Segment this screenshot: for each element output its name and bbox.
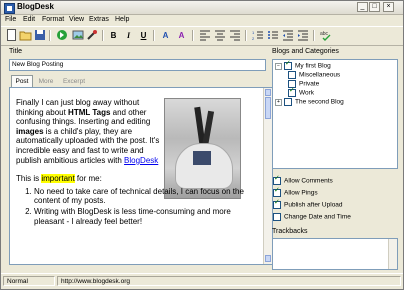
close-button[interactable]: ×	[383, 2, 394, 12]
align-center-icon[interactable]	[213, 29, 226, 42]
numbered-list: No need to take care of technical detail…	[16, 187, 256, 226]
blog-tree: − My first Blog Miscellaneous Private Wor…	[272, 59, 398, 169]
align-right-icon[interactable]	[228, 29, 241, 42]
title-input[interactable]: New Blog Posting	[9, 59, 266, 71]
bold-icon[interactable]: B	[107, 29, 120, 42]
blogdesk-link[interactable]: BlogDesk	[124, 156, 158, 165]
tree-item-blog1[interactable]: − My first Blog	[275, 60, 331, 71]
tree-label: My first Blog	[295, 62, 331, 70]
numbered-list-icon[interactable]: 12	[251, 29, 264, 42]
new-icon[interactable]	[5, 29, 18, 42]
menu-format[interactable]: Format	[42, 16, 64, 23]
underline-icon[interactable]: U	[137, 29, 150, 42]
save-icon[interactable]	[33, 29, 46, 42]
checkbox-icon[interactable]	[273, 187, 281, 197]
post-content: Finally I can just blog away without thi…	[16, 98, 256, 227]
menu-extras[interactable]: Extras	[89, 16, 109, 23]
scroll-up-arrow[interactable]	[265, 89, 271, 96]
tree-label: The second Blog	[295, 98, 344, 106]
change-date-time-checkbox[interactable]: Change Date and Time	[273, 213, 351, 222]
bold-text: images	[16, 126, 44, 136]
tab-excerpt[interactable]: Excerpt	[60, 76, 88, 87]
allow-pings-checkbox[interactable]: Allow Pings	[273, 187, 318, 198]
list-item: No need to take care of technical detail…	[34, 187, 256, 206]
menu-help[interactable]: Help	[115, 16, 129, 23]
trackbacks-scrollbar[interactable]	[388, 239, 397, 269]
title-label: Title	[9, 48, 22, 55]
trackbacks-label: Trackbacks	[272, 228, 308, 235]
option-label: Allow Comments	[284, 177, 333, 185]
svg-text:1: 1	[252, 30, 255, 35]
highlighted-text: important	[41, 174, 75, 184]
blogs-categories-label: Blogs and Categories	[272, 48, 339, 55]
svg-text:2: 2	[252, 36, 255, 41]
option-label: Allow Pings	[284, 189, 318, 197]
publish-after-upload-checkbox[interactable]: Publish after Upload	[273, 199, 343, 210]
spellcheck-icon[interactable]: abc	[319, 29, 332, 42]
tree-label: Work	[299, 89, 315, 97]
option-label: Publish after Upload	[284, 201, 343, 209]
menu-file[interactable]: File	[5, 16, 16, 23]
text-run: for me:	[74, 174, 102, 184]
post-editor[interactable]: Finally I can just blog away without thi…	[9, 87, 273, 265]
checkbox-icon[interactable]	[284, 60, 292, 70]
align-left-icon[interactable]	[198, 29, 211, 42]
paragraph-2: This is important for me:	[16, 174, 256, 184]
window-title: BlogDesk	[17, 2, 54, 11]
scroll-thumb[interactable]	[265, 97, 271, 119]
toolbar-separator	[153, 30, 155, 41]
toolbar: B I U A A 12 abc	[1, 26, 403, 46]
tree-label: Miscellaneous	[299, 71, 341, 79]
app-window: BlogDesk _ □ × File Edit Format View Ext…	[0, 0, 404, 290]
list-item: Writing with BlogDesk is less time-consu…	[34, 207, 256, 226]
bold-text: HTML Tags	[68, 107, 111, 117]
toolbar-separator	[313, 30, 315, 41]
tab-more[interactable]: More	[35, 76, 57, 87]
svg-text:abc: abc	[320, 31, 329, 37]
checkbox-icon[interactable]	[288, 71, 296, 79]
tree-item-category[interactable]: Work	[288, 87, 315, 98]
indent-icon[interactable]	[296, 29, 309, 42]
checkbox-icon[interactable]	[273, 175, 281, 185]
option-label: Change Date and Time	[284, 213, 351, 221]
app-icon	[4, 3, 15, 14]
toolbar-separator	[49, 30, 51, 41]
highlight-icon[interactable]: A	[175, 29, 188, 42]
bullet-list-icon[interactable]	[266, 29, 279, 42]
publish-icon[interactable]	[55, 29, 68, 42]
toolbar-separator	[245, 30, 247, 41]
toolbar-separator	[192, 30, 194, 41]
tree-item-category[interactable]: Miscellaneous	[288, 71, 340, 80]
scroll-down-arrow[interactable]	[265, 255, 271, 262]
trackbacks-input[interactable]	[272, 238, 398, 270]
collapse-icon[interactable]: −	[275, 62, 282, 70]
toolbar-separator	[102, 30, 104, 41]
paragraph-1: Finally I can just blog away without thi…	[16, 98, 162, 165]
menu-view[interactable]: View	[69, 16, 84, 23]
menu-bar: File Edit Format View Extras Help	[1, 15, 403, 26]
status-url: http://www.blogdesk.org	[57, 276, 401, 286]
status-mode: Normal	[3, 276, 55, 286]
checkbox-icon[interactable]	[288, 87, 296, 97]
text-run: This is	[16, 174, 42, 184]
status-bar: Normal http://www.blogdesk.org	[1, 273, 403, 289]
allow-comments-checkbox[interactable]: Allow Comments	[273, 175, 333, 186]
checkbox-icon[interactable]	[273, 199, 281, 209]
tree-item-blog2[interactable]: + The second Blog	[275, 98, 344, 107]
checkbox-icon[interactable]	[284, 98, 292, 106]
insert-link-icon[interactable]	[85, 29, 98, 42]
editor-scrollbar[interactable]	[263, 88, 272, 264]
insert-image-icon[interactable]	[71, 29, 84, 42]
title-bar: BlogDesk _ □ ×	[1, 1, 403, 15]
menu-edit[interactable]: Edit	[23, 16, 35, 23]
italic-icon[interactable]: I	[122, 29, 135, 42]
outdent-icon[interactable]	[281, 29, 294, 42]
font-color-icon[interactable]: A	[159, 29, 172, 42]
maximize-button[interactable]: □	[369, 2, 380, 12]
minimize-button[interactable]: _	[357, 2, 368, 12]
tree-label: Private	[299, 80, 320, 88]
expand-icon[interactable]: +	[275, 98, 282, 106]
open-icon[interactable]	[19, 29, 32, 42]
checkbox-icon[interactable]	[273, 213, 281, 221]
